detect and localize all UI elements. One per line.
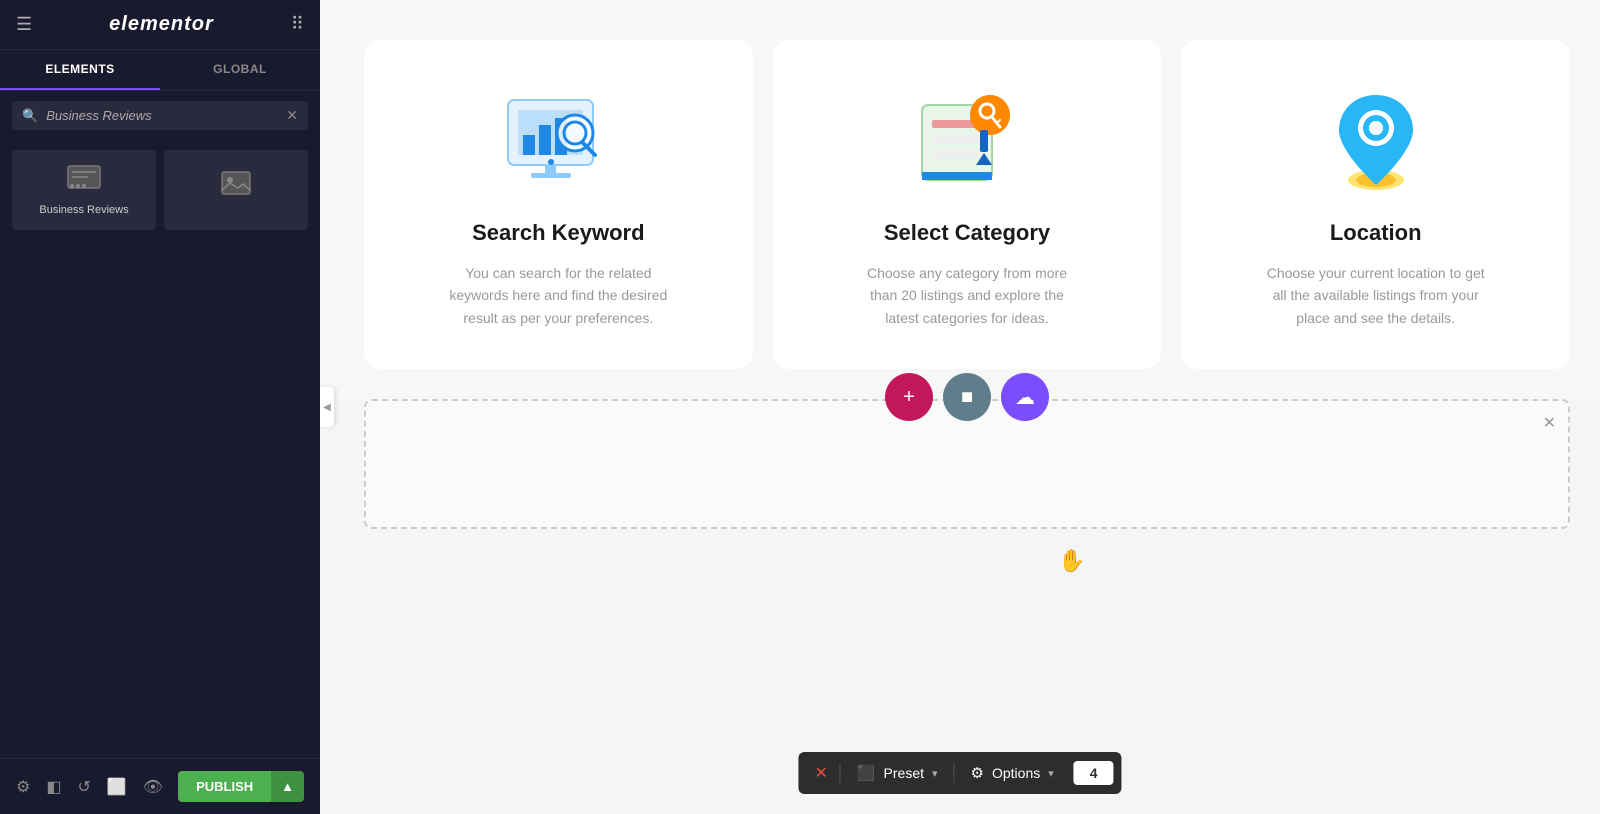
feature-card-search-keyword: Search Keyword You can search for the re…: [364, 40, 753, 369]
history-icon[interactable]: ↺: [77, 777, 90, 797]
sidebar-header: ☰ elementor ⠿: [0, 0, 320, 50]
search-keyword-icon: [488, 80, 628, 200]
search-input[interactable]: [46, 108, 286, 123]
toolbar-options-button[interactable]: ⚙ Options ▾: [955, 752, 1070, 794]
fab-share-button[interactable]: ☁: [1001, 373, 1049, 421]
options-gear-icon: ⚙: [971, 764, 984, 782]
drop-section[interactable]: ✕ + ■ ☁: [364, 399, 1570, 529]
collapse-handle[interactable]: ◀: [320, 387, 334, 427]
main-content: ◀: [320, 0, 1600, 814]
sidebar-tabs: ELEMENTS GLOBAL: [0, 50, 320, 91]
toolbar-count: 4: [1074, 761, 1114, 785]
footer-icons: ⚙ ◧ ↺ ⬜ 👁: [16, 777, 163, 797]
share-icon: ☁: [1015, 385, 1035, 410]
bottom-toolbar: ✕ ⬛ Preset ▾ ⚙ Options ▾ 4: [798, 752, 1121, 794]
toolbar-close-icon[interactable]: ✕: [802, 763, 839, 783]
save-icon[interactable]: ⬜: [107, 777, 127, 797]
options-chevron-icon: ▾: [1048, 767, 1054, 780]
preset-icon: ⬛: [857, 764, 876, 782]
feature-card-location: Location Choose your current location to…: [1181, 40, 1570, 369]
widget-image[interactable]: [164, 150, 308, 230]
search-keyword-desc: You can search for the related keywords …: [448, 262, 668, 329]
drop-close-icon[interactable]: ✕: [1543, 413, 1556, 433]
cursor-hand: ✋: [1058, 548, 1085, 574]
feature-card-select-category: Select Category Choose any category from…: [773, 40, 1162, 369]
search-icon: 🔍: [22, 108, 38, 124]
elementor-logo: elementor: [109, 13, 214, 36]
sidebar: ☰ elementor ⠿ ELEMENTS GLOBAL 🔍 ✕ Busine: [0, 0, 320, 814]
fab-add-button[interactable]: +: [885, 373, 933, 421]
select-category-desc: Choose any category from more than 20 li…: [857, 262, 1077, 329]
toolbar-preset-button[interactable]: ⬛ Preset ▾: [841, 752, 954, 794]
settings-icon[interactable]: ⚙: [16, 777, 30, 797]
select-category-icon: [897, 80, 1037, 200]
layers-icon[interactable]: ◧: [46, 777, 61, 797]
search-clear-icon[interactable]: ✕: [286, 107, 298, 124]
hamburger-icon[interactable]: ☰: [16, 14, 32, 35]
location-icon: [1306, 80, 1446, 200]
location-title: Location: [1330, 220, 1422, 246]
add-icon: +: [903, 386, 915, 409]
widget-icon: [66, 164, 102, 198]
search-keyword-title: Search Keyword: [472, 220, 644, 246]
tab-elements[interactable]: ELEMENTS: [0, 50, 160, 90]
publish-arrow-button[interactable]: ▲: [271, 771, 304, 802]
options-label: Options: [992, 765, 1040, 781]
location-desc: Choose your current location to get all …: [1266, 262, 1486, 329]
widget-business-reviews[interactable]: Business Reviews: [12, 150, 156, 230]
search-bar: 🔍 ✕: [12, 101, 308, 130]
preview-icon[interactable]: 👁: [143, 777, 163, 797]
preset-chevron-icon: ▾: [932, 767, 938, 780]
image-icon: [220, 170, 252, 204]
select-category-title: Select Category: [884, 220, 1050, 246]
grid-icon[interactable]: ⠿: [291, 14, 304, 35]
preset-label: Preset: [884, 765, 924, 781]
stop-icon: ■: [961, 386, 973, 409]
widget-grid: Business Reviews: [0, 140, 320, 240]
publish-button-wrap: PUBLISH ▲: [178, 771, 304, 802]
sidebar-footer: ⚙ ◧ ↺ ⬜ 👁 PUBLISH ▲: [0, 758, 320, 814]
publish-button[interactable]: PUBLISH: [178, 771, 271, 802]
cards-section: Search Keyword You can search for the re…: [320, 0, 1600, 399]
fab-stop-button[interactable]: ■: [943, 373, 991, 421]
collapse-icon: ◀: [323, 402, 331, 413]
tab-global[interactable]: GLOBAL: [160, 50, 320, 90]
widget-business-reviews-label: Business Reviews: [39, 204, 128, 216]
